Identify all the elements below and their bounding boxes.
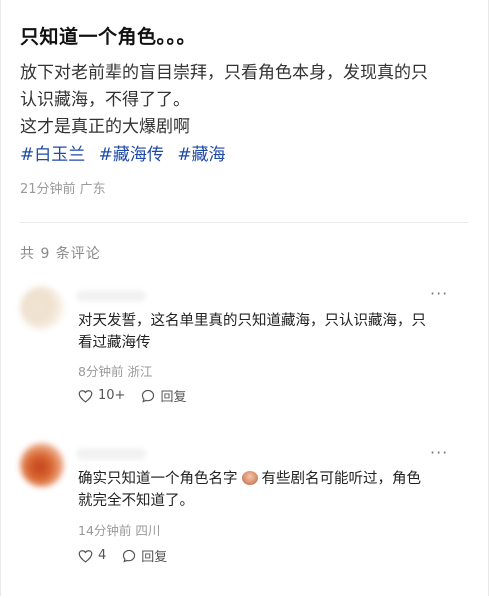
reply-button[interactable]: 回复 — [122, 546, 167, 565]
post-body: 放下对老前辈的盲目崇拜，只看角色本身，发现真的只 认识藏海，不得了了。 这才是真… — [20, 60, 460, 141]
comment-text-line: 对天发誓，这名单里真的只知道藏海，只认识藏海，只 — [78, 313, 426, 329]
more-options-icon[interactable]: ··· — [430, 443, 448, 462]
comment-text-segment: 确实只知道一个角色名字 — [78, 471, 238, 487]
like-button[interactable]: 10+ — [78, 388, 125, 403]
comment-meta: 14分钟前 四川 — [78, 523, 161, 538]
heart-icon — [78, 549, 93, 563]
comment-text: 确实只知道一个角色名字 有些剧名可能听过，角色 就完全不知道了。 — [78, 468, 458, 512]
username-blurred[interactable] — [76, 448, 146, 460]
comment-text-line: 确实只知道一个角色名字 有些剧名可能听过，角色 — [78, 468, 458, 490]
comment-meta: 8分钟前 浙江 — [78, 364, 153, 379]
face-emoji-icon — [241, 471, 258, 485]
hashtag-link[interactable]: #藏海传 — [99, 145, 164, 165]
hashtag-link[interactable]: #藏海 — [177, 145, 225, 165]
comment-bubble-icon — [142, 389, 155, 403]
hashtag-link[interactable]: #白玉兰 — [20, 145, 85, 165]
comment-text: 对天发誓，这名单里真的只知道藏海，只认识藏海，只 看过藏海传 — [78, 310, 458, 354]
post-body-line: 这才是真正的大爆剧啊 — [20, 117, 190, 137]
hashtag-list: #白玉兰 #藏海传 #藏海 — [20, 140, 234, 165]
post-title: 只知道一个角色。。。 — [20, 26, 197, 48]
comment-bubble-icon — [123, 549, 136, 563]
reply-label: 回复 — [141, 550, 168, 565]
post-meta: 21分钟前 广东 — [20, 182, 106, 197]
more-options-icon[interactable]: ··· — [430, 284, 448, 303]
comment-text-line: 看过藏海传 — [78, 335, 151, 351]
comment-actions: 4 回复 — [78, 546, 183, 565]
avatar[interactable] — [20, 286, 64, 330]
comment-actions: 10+ 回复 — [78, 386, 202, 405]
avatar[interactable] — [20, 443, 64, 487]
like-count: 4 — [98, 548, 107, 563]
divider — [20, 222, 468, 223]
reply-button[interactable]: 回复 — [141, 386, 186, 405]
like-count: 10+ — [98, 388, 126, 403]
comment-count: 共 9 条评论 — [20, 246, 101, 262]
username-blurred[interactable] — [76, 290, 146, 302]
post-body-line: 认识藏海，不得了了。 — [20, 90, 190, 110]
post-body-line: 放下对老前辈的盲目崇拜，只看角色本身，发现真的只 — [20, 63, 428, 83]
like-button[interactable]: 4 — [78, 548, 106, 563]
comment-text-segment: 有些剧名可能听过，角色 — [261, 471, 422, 487]
comment-text-line: 就完全不知道了。 — [78, 493, 194, 509]
reply-label: 回复 — [160, 390, 187, 405]
heart-icon — [78, 389, 93, 403]
